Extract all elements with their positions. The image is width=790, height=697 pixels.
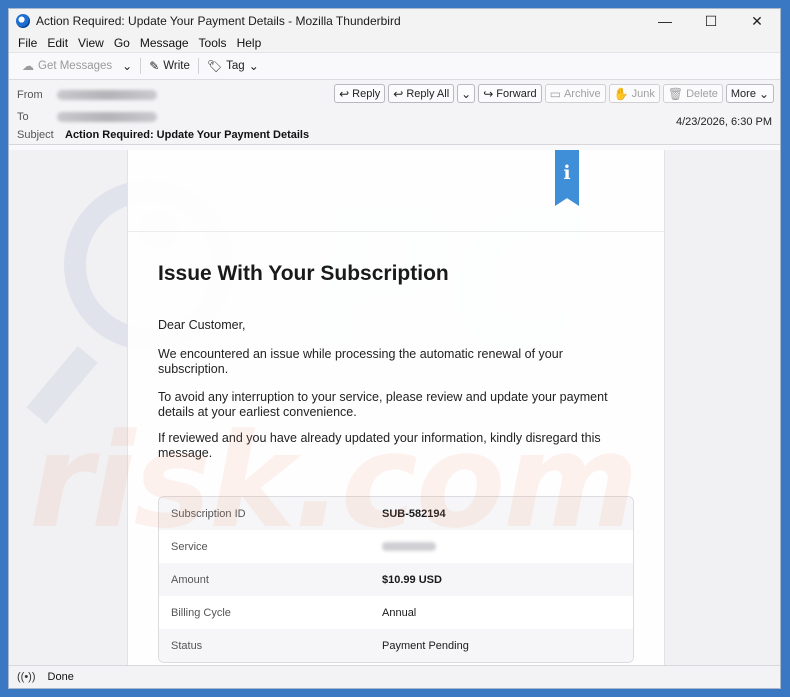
table-value: Annual xyxy=(382,606,417,619)
more-label: More xyxy=(730,87,756,100)
menu-tools[interactable]: Tools xyxy=(194,36,232,50)
table-key: Status xyxy=(171,639,203,652)
chevron-down-icon: ⌄ xyxy=(122,59,133,73)
close-button[interactable]: ✕ xyxy=(734,9,780,33)
window-controls: — ☐ ✕ xyxy=(642,9,780,33)
reply-options-dropdown[interactable]: ⌄ xyxy=(457,84,476,103)
subscription-details-table: Subscription ID SUB-582194 Service Amoun… xyxy=(158,496,634,663)
sender-address-redacted[interactable] xyxy=(57,90,157,100)
forward-button[interactable]: ↪ Forward xyxy=(478,84,542,103)
chevron-down-icon: ⌄ xyxy=(461,86,472,101)
service-value-redacted xyxy=(382,542,436,551)
delete-label: Delete xyxy=(686,87,718,100)
chevron-down-icon: ⌄ xyxy=(758,86,769,101)
archive-button[interactable]: ▭ Archive xyxy=(544,84,606,103)
table-key: Billing Cycle xyxy=(171,606,231,619)
table-key: Service xyxy=(171,540,208,553)
more-button[interactable]: More ⌄ xyxy=(725,84,774,103)
to-label: To xyxy=(17,111,29,123)
table-key: Subscription ID xyxy=(171,507,246,520)
table-row: Amount $10.99 USD xyxy=(159,563,633,596)
table-row: Subscription ID SUB-582194 xyxy=(159,497,633,530)
cloud-download-icon: ☁ xyxy=(22,59,34,73)
junk-button[interactable]: ✋ Junk xyxy=(608,84,660,103)
table-key: Amount xyxy=(171,573,209,586)
message-date: 4/23/2026, 6:30 PM xyxy=(675,116,772,128)
email-content: i Issue With Your Subscription Dear Cust… xyxy=(127,150,665,667)
archive-label: Archive xyxy=(563,87,601,100)
delete-button[interactable]: 🗑 Delete xyxy=(662,84,723,103)
to-row: To xyxy=(17,111,157,123)
email-greeting: Dear Customer, xyxy=(158,318,246,332)
reply-all-icon: ↩ xyxy=(393,86,404,101)
menu-view[interactable]: View xyxy=(73,36,109,50)
message-body-pane: PC i Issue With Your Subscription Dear C… xyxy=(9,150,780,667)
table-row: Service xyxy=(159,530,633,563)
reply-all-button[interactable]: ↩ Reply All xyxy=(388,84,455,103)
minimize-button[interactable]: — xyxy=(642,9,688,33)
subject-row: Subject Action Required: Update Your Pay… xyxy=(17,129,309,141)
menu-file[interactable]: File xyxy=(13,36,42,50)
menu-go[interactable]: Go xyxy=(109,36,135,50)
chevron-down-icon: ⌄ xyxy=(248,59,259,73)
title-bar: Action Required: Update Your Payment Det… xyxy=(9,9,780,33)
from-row: From xyxy=(17,89,157,101)
toolbar-separator xyxy=(197,58,199,74)
status-bar: ((•)) Done xyxy=(9,665,780,688)
trash-icon: 🗑 xyxy=(667,86,684,101)
menu-bar: File Edit View Go Message Tools Help xyxy=(9,33,780,52)
table-row: Billing Cycle Annual xyxy=(159,596,633,629)
info-bookmark-icon: i xyxy=(555,150,579,206)
forward-icon: ↪ xyxy=(483,86,494,101)
forward-label: Forward xyxy=(496,87,537,100)
thunderbird-logo-icon xyxy=(16,14,30,28)
table-value: $10.99 USD xyxy=(382,573,442,586)
email-paragraph-2: To avoid any interruption to your servic… xyxy=(158,390,608,419)
table-value: Payment Pending xyxy=(382,639,469,652)
write-label: Write xyxy=(163,60,190,72)
window-title: Action Required: Update Your Payment Det… xyxy=(36,14,401,28)
email-paragraph-1: We encountered an issue while processing… xyxy=(158,347,563,376)
pencil-icon: ✎ xyxy=(149,59,160,73)
menu-message[interactable]: Message xyxy=(135,36,194,50)
reply-label: Reply xyxy=(352,87,381,100)
recipient-address-redacted[interactable] xyxy=(57,112,157,122)
reply-all-label: Reply All xyxy=(406,87,450,100)
menu-help[interactable]: Help xyxy=(232,36,267,50)
table-value: SUB-582194 xyxy=(382,507,446,520)
reply-button[interactable]: ↩ Reply xyxy=(334,84,386,103)
message-scrollbar[interactable] xyxy=(774,150,780,667)
menu-edit[interactable]: Edit xyxy=(42,36,73,50)
get-messages-dropdown[interactable]: ⌄ xyxy=(117,56,137,76)
subject-value: Action Required: Update Your Payment Det… xyxy=(65,129,310,141)
subject-label: Subject xyxy=(17,129,54,141)
main-toolbar: ☁ Get Messages ⌄ ✎ Write 🏷 Tag ⌄ xyxy=(9,52,780,80)
thunderbird-window: Action Required: Update Your Payment Det… xyxy=(8,8,781,689)
tag-button[interactable]: 🏷 Tag ⌄ xyxy=(202,56,264,76)
toolbar-separator xyxy=(140,58,142,74)
email-top-strip: i xyxy=(128,150,664,232)
message-header: From To Subject Action Required: Update … xyxy=(9,80,780,145)
junk-label: Junk xyxy=(631,87,655,100)
table-row: Status Payment Pending xyxy=(159,629,633,662)
tag-icon: 🏷 xyxy=(206,59,223,73)
archive-icon: ▭ xyxy=(549,86,561,101)
watermark-magnifier-handle xyxy=(26,346,98,424)
tag-label: Tag xyxy=(226,60,245,72)
email-heading: Issue With Your Subscription xyxy=(158,262,449,285)
connection-status-icon: ((•)) xyxy=(17,671,36,683)
message-actions: ↩ Reply ↩ Reply All ⌄ ↪ Forward ▭ Archiv… xyxy=(334,84,774,103)
get-messages-button[interactable]: ☁ Get Messages xyxy=(17,56,117,76)
reply-icon: ↩ xyxy=(339,86,350,101)
email-paragraph-3: If reviewed and you have already updated… xyxy=(158,431,601,460)
from-label: From xyxy=(17,89,43,101)
junk-icon: ✋ xyxy=(613,86,629,101)
get-messages-label: Get Messages xyxy=(38,60,113,72)
status-text: Done xyxy=(47,671,74,683)
maximize-button[interactable]: ☐ xyxy=(688,9,734,33)
write-button[interactable]: ✎ Write xyxy=(144,56,195,76)
